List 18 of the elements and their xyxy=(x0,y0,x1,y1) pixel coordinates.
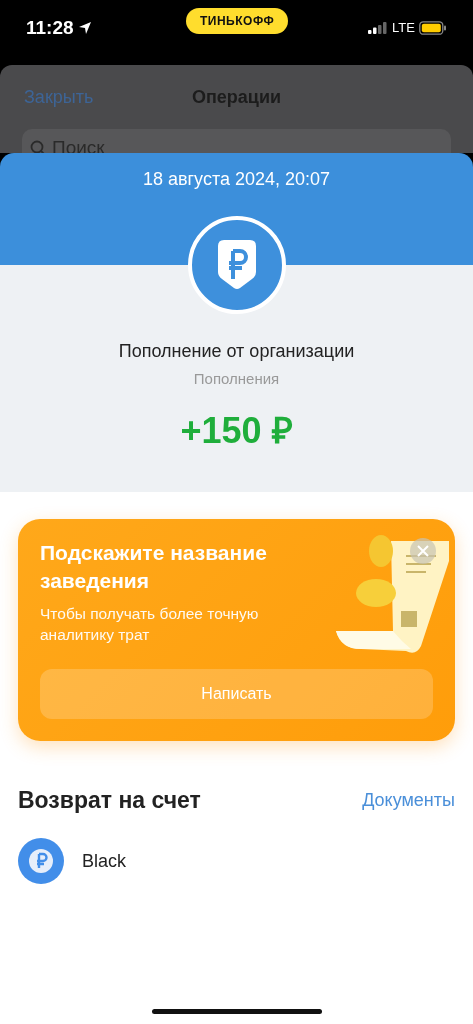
ruble-coin-icon xyxy=(18,838,64,884)
documents-link[interactable]: Документы xyxy=(362,790,455,811)
location-arrow-icon xyxy=(77,20,92,35)
promo-text: Чтобы получать более точную аналитику трат xyxy=(40,604,260,645)
operation-title: Пополнение от организации xyxy=(118,341,355,362)
operation-category: Пополнения xyxy=(193,370,280,387)
operation-date: 18 августа 2024, 20:07 xyxy=(142,169,331,191)
brand-pill: ТИНЬКОФФ xyxy=(186,8,289,34)
battery-icon xyxy=(419,20,447,35)
promo-title: Подскажите название заведения xyxy=(40,540,268,594)
network-label: LTE xyxy=(392,20,415,35)
operation-amount: +150 ₽ xyxy=(180,409,293,453)
write-button[interactable]: Написать xyxy=(40,669,433,719)
account-name[interactable]: Black xyxy=(82,850,126,872)
close-icon[interactable] xyxy=(410,538,436,564)
signal-icon xyxy=(368,21,389,34)
section-title: Возврат на счет xyxy=(18,787,201,814)
status-time: 11:28 xyxy=(26,16,74,39)
